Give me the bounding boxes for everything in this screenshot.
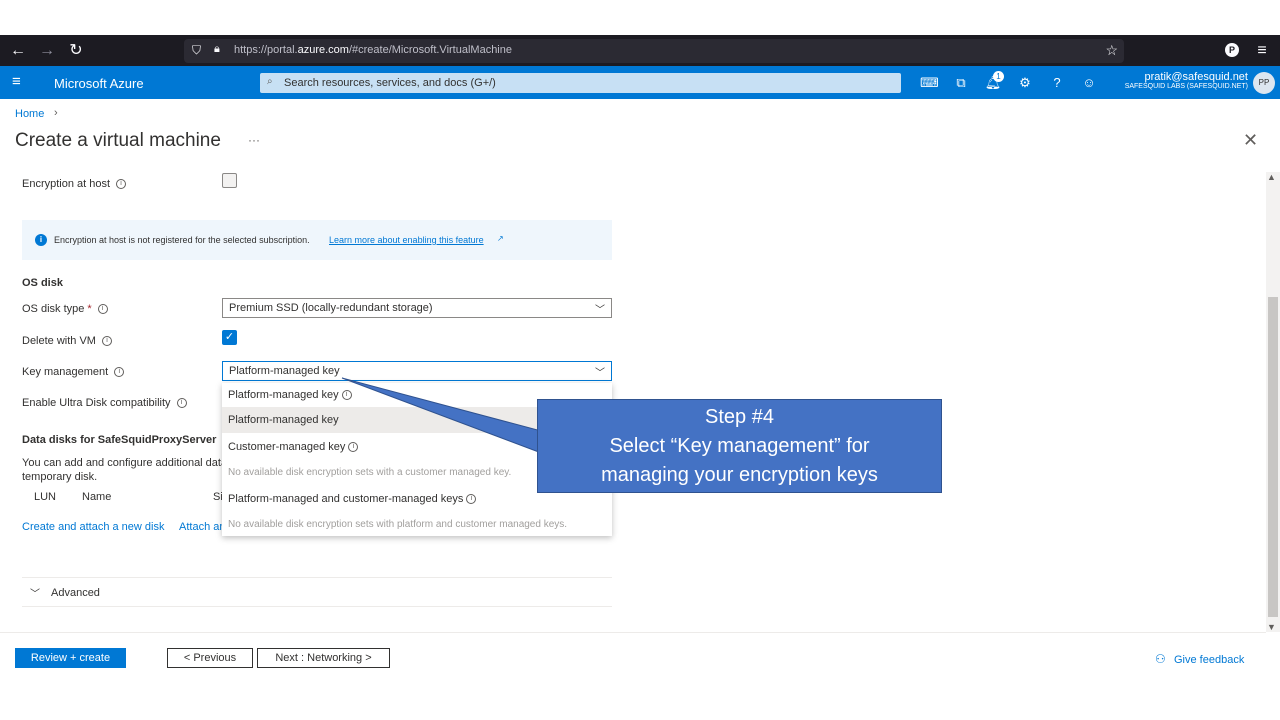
- step-callout: Step #4 Select “Key management” for mana…: [537, 399, 942, 493]
- next-networking-button[interactable]: Next : Networking >: [257, 648, 390, 668]
- review-create-button[interactable]: Review + create: [15, 648, 126, 668]
- give-feedback-link[interactable]: Give feedback: [1174, 654, 1244, 666]
- footer-divider: [0, 632, 1266, 633]
- callout-line-2: Select “Key management” for: [609, 435, 870, 457]
- callout-pointer: [341, 377, 561, 461]
- callout-line-3: managing your encryption keys: [601, 464, 878, 486]
- callout-line-1: Step #4: [705, 406, 774, 428]
- feedback-person-icon: ⚇: [1155, 652, 1166, 666]
- previous-button[interactable]: < Previous: [167, 648, 253, 668]
